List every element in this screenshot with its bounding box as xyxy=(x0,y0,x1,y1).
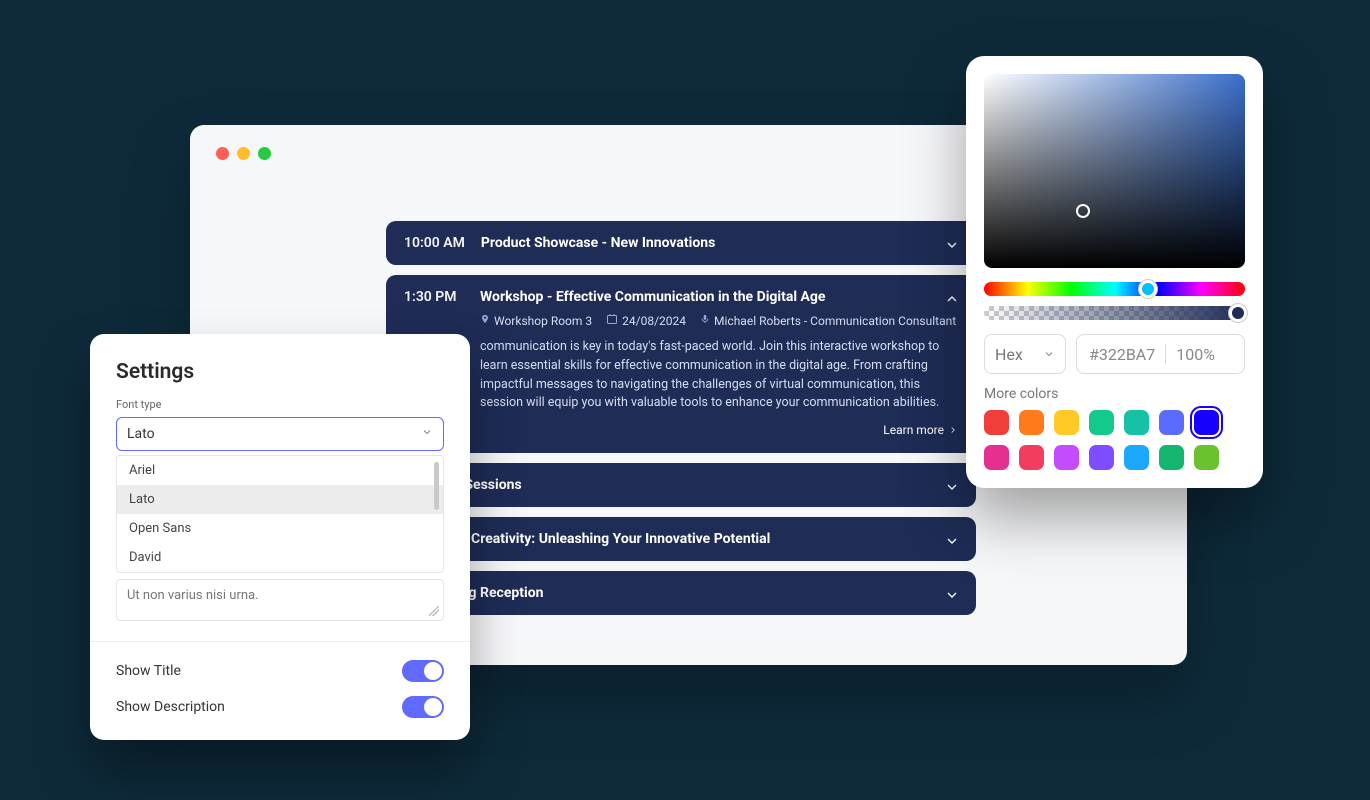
session-meta: Workshop Room 3 24/08/2024 Michael Rober… xyxy=(480,313,958,328)
chevron-down-icon xyxy=(944,587,960,603)
date-text: 24/08/2024 xyxy=(622,314,686,328)
alpha-handle[interactable] xyxy=(1229,304,1247,322)
session-description: communication is key in today's fast-pac… xyxy=(480,338,958,413)
color-swatch[interactable] xyxy=(1194,410,1219,435)
show-title-toggle[interactable] xyxy=(402,660,444,682)
description-textarea[interactable]: Ut non varius nisi urna. xyxy=(116,579,444,621)
arrow-right-icon xyxy=(948,425,958,435)
agenda-session[interactable]: Breakout Sessions xyxy=(386,463,976,507)
color-swatch[interactable] xyxy=(1089,410,1114,435)
color-swatch[interactable] xyxy=(1159,445,1184,470)
hex-value-input[interactable]: #322BA7 100% xyxy=(1076,334,1245,374)
font-options-dropdown: Ariel Lato Open Sans David xyxy=(116,455,444,573)
agenda-session[interactable]: The Art of Creativity: Unleashing Your I… xyxy=(386,517,976,561)
speaker-text: Michael Roberts - Communication Consulta… xyxy=(714,314,956,328)
font-type-select[interactable]: Lato xyxy=(116,417,444,451)
color-swatch[interactable] xyxy=(1019,410,1044,435)
color-swatch[interactable] xyxy=(984,410,1009,435)
show-description-toggle[interactable] xyxy=(402,696,444,718)
color-mode-value: Hex xyxy=(995,345,1023,364)
hue-slider[interactable] xyxy=(984,282,1245,296)
chevron-down-icon xyxy=(944,479,960,495)
room-meta: Workshop Room 3 xyxy=(480,313,592,328)
color-swatch[interactable] xyxy=(1054,410,1079,435)
color-swatch[interactable] xyxy=(1019,445,1044,470)
pin-icon xyxy=(480,313,490,328)
settings-panel: Settings Font type Lato Ariel Lato Open … xyxy=(90,334,470,740)
show-title-label: Show Title xyxy=(116,663,181,679)
color-mode-select[interactable]: Hex xyxy=(984,334,1066,374)
color-swatch[interactable] xyxy=(984,445,1009,470)
font-type-label: Font type xyxy=(116,398,444,411)
agenda-session-expanded[interactable]: 1:30 PM Workshop - Effective Communicati… xyxy=(386,275,976,453)
font-option[interactable]: Ariel xyxy=(117,456,443,485)
agenda-session[interactable]: 10:00 AM Product Showcase - New Innovati… xyxy=(386,221,976,265)
chevron-down-icon xyxy=(421,426,433,442)
session-title: Product Showcase - New Innovations xyxy=(481,235,715,251)
settings-title: Settings xyxy=(116,360,444,384)
session-time: 1:30 PM xyxy=(404,289,464,305)
color-swatch[interactable] xyxy=(1124,410,1149,435)
calendar-icon xyxy=(606,313,618,328)
opacity-value: 100% xyxy=(1176,345,1215,364)
gradient-handle[interactable] xyxy=(1076,204,1090,218)
date-meta: 24/08/2024 xyxy=(606,313,686,328)
maximize-window-button[interactable] xyxy=(258,147,271,160)
hue-handle[interactable] xyxy=(1139,280,1157,298)
hex-input-row: Hex #322BA7 100% xyxy=(984,334,1245,374)
chevron-down-icon xyxy=(944,533,960,549)
mic-icon xyxy=(700,313,710,328)
color-swatch[interactable] xyxy=(1194,445,1219,470)
font-option[interactable]: Open Sans xyxy=(117,514,443,543)
chevron-down-icon xyxy=(944,237,960,253)
divider xyxy=(90,641,470,642)
color-swatch[interactable] xyxy=(1089,445,1114,470)
chevron-up-icon xyxy=(944,291,960,307)
speaker-meta: Michael Roberts - Communication Consulta… xyxy=(700,313,956,328)
session-title: Workshop - Effective Communication in th… xyxy=(480,289,958,305)
agenda-session[interactable]: Networking Reception xyxy=(386,571,976,615)
chevron-down-icon xyxy=(1043,348,1055,360)
learn-more-text: Learn more xyxy=(883,423,944,437)
agenda-list: 10:00 AM Product Showcase - New Innovati… xyxy=(386,221,976,615)
color-swatch[interactable] xyxy=(1124,445,1149,470)
hex-value: #322BA7 xyxy=(1089,345,1155,364)
minimize-window-button[interactable] xyxy=(237,147,250,160)
show-title-row: Show Title xyxy=(116,660,444,682)
font-option-selected[interactable]: Lato xyxy=(117,485,443,514)
alpha-slider[interactable] xyxy=(984,306,1245,320)
show-description-row: Show Description xyxy=(116,696,444,718)
more-colors-label: More colors xyxy=(984,386,1245,402)
font-option[interactable]: David xyxy=(117,543,443,572)
room-text: Workshop Room 3 xyxy=(494,314,592,328)
show-description-label: Show Description xyxy=(116,699,225,715)
textarea-value: Ut non varius nisi urna. xyxy=(127,588,259,603)
color-swatch[interactable] xyxy=(1159,410,1184,435)
separator xyxy=(1165,344,1166,364)
color-swatches xyxy=(984,410,1245,470)
session-time: 10:00 AM xyxy=(404,235,465,251)
dropdown-scrollbar[interactable] xyxy=(434,462,439,510)
color-swatch[interactable] xyxy=(1054,445,1079,470)
saturation-gradient[interactable] xyxy=(984,74,1245,268)
color-picker-panel: Hex #322BA7 100% More colors xyxy=(966,56,1263,488)
learn-more-link[interactable]: Learn more xyxy=(480,423,958,437)
close-window-button[interactable] xyxy=(216,147,229,160)
font-type-value: Lato xyxy=(127,426,155,442)
